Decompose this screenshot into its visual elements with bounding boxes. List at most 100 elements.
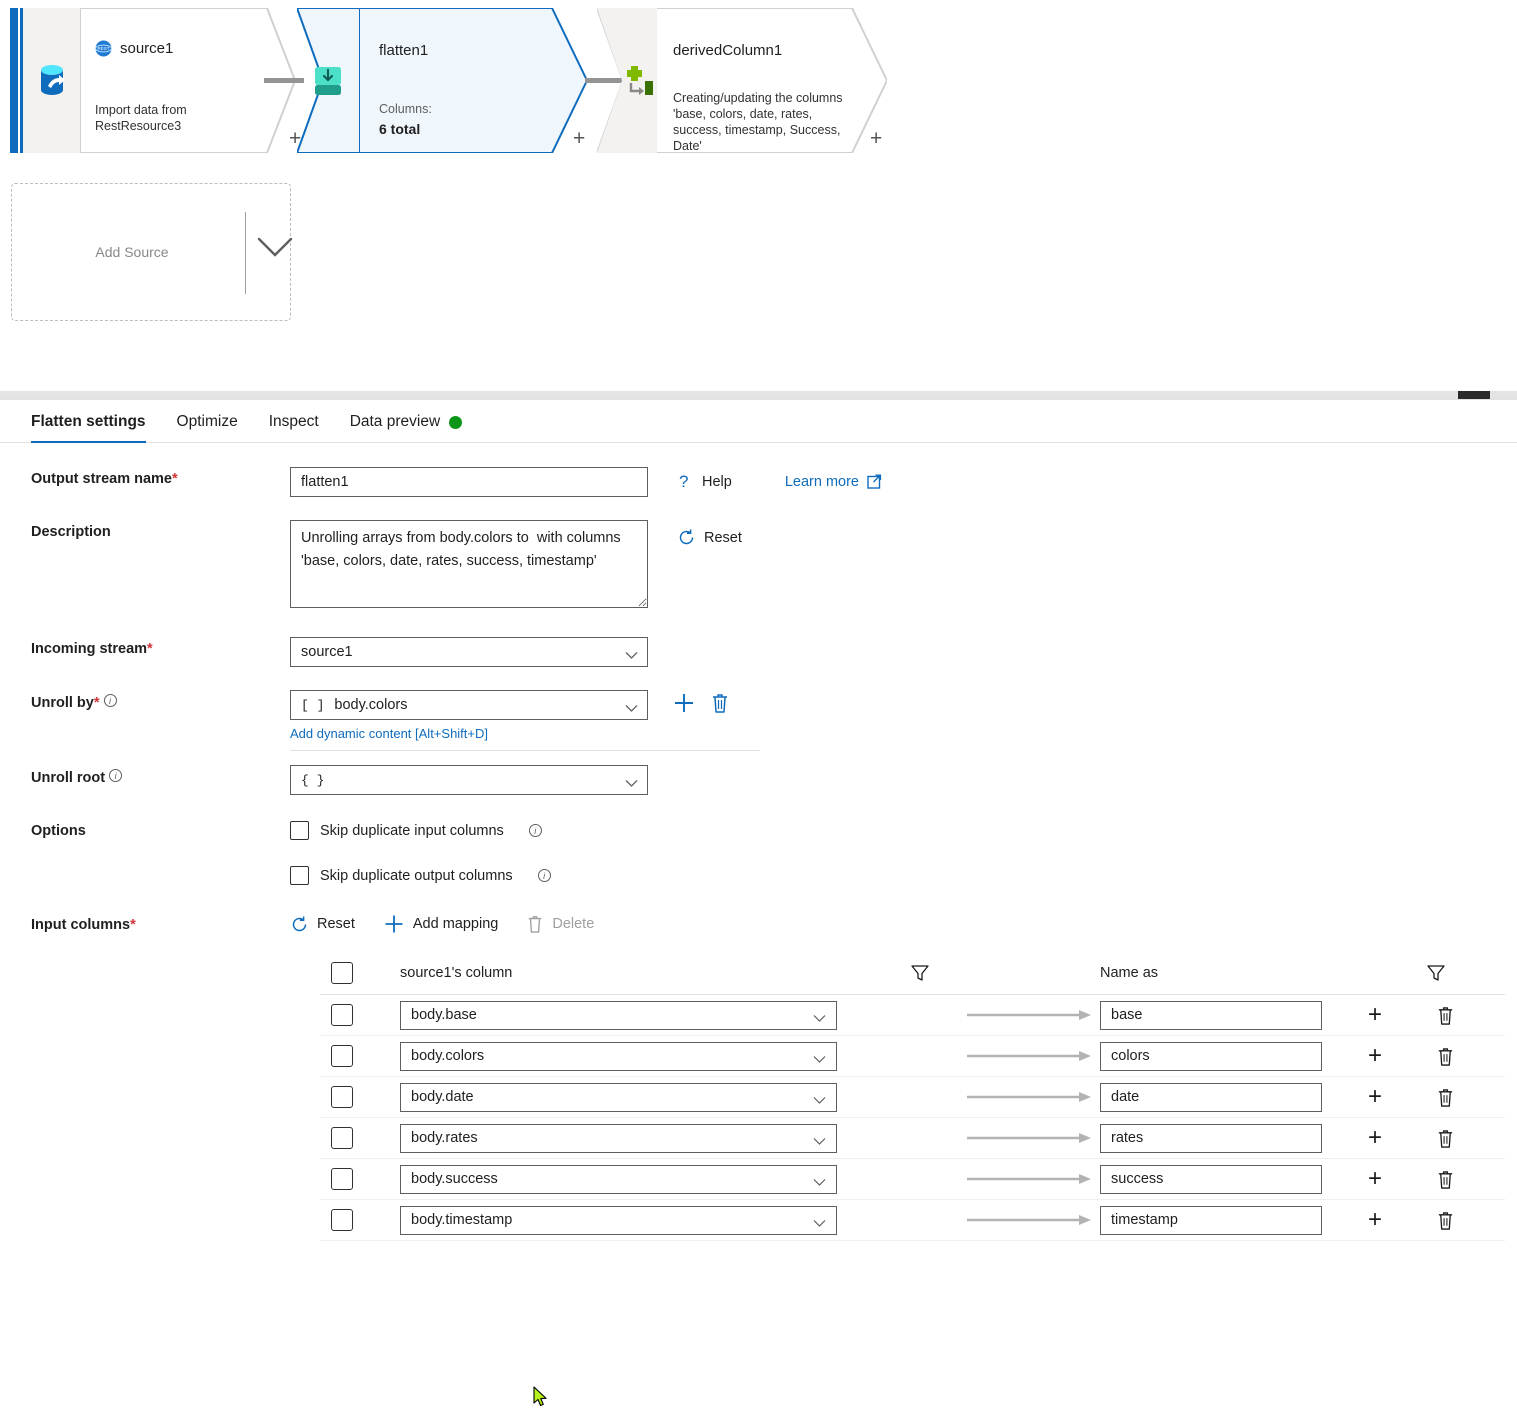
delete-mapping-button: Delete	[526, 914, 594, 934]
add-source-button[interactable]: Add Source	[11, 183, 293, 321]
add-row-button[interactable]: +	[1340, 1044, 1410, 1068]
add-row-button[interactable]: +	[1340, 1167, 1410, 1191]
row-select-cell	[320, 1086, 400, 1108]
unroll-by-select[interactable]: [ ] body.colors	[290, 690, 648, 720]
tab-label: Inspect	[268, 413, 319, 430]
source-column-select[interactable]: body.colors	[400, 1041, 837, 1071]
add-row-button[interactable]: +	[1340, 1003, 1410, 1027]
info-icon[interactable]: i	[103, 694, 117, 707]
label-text: Options	[31, 823, 86, 839]
mouse-cursor	[533, 1386, 549, 1413]
add-dynamic-content-link[interactable]: Add dynamic content [Alt+Shift+D]	[290, 726, 488, 741]
filter-name-as-button[interactable]	[1340, 963, 1480, 983]
table-row: body.colors +	[320, 1036, 1505, 1077]
graph-node-source1[interactable]: REST source1 Import data from RestResour…	[10, 8, 301, 153]
incoming-stream-label: Incoming stream*	[0, 637, 290, 657]
name-as-input[interactable]	[1100, 1041, 1322, 1071]
reset-mappings-button[interactable]: Reset	[290, 915, 355, 934]
output-stream-name-input[interactable]	[290, 467, 648, 497]
unroll-root-select[interactable]: { }	[290, 765, 648, 795]
help-link[interactable]: ? Help	[677, 472, 732, 491]
settings-tab-bar[interactable]: Flatten settings Optimize Inspect Data p…	[0, 400, 1517, 443]
skip-duplicate-input-columns-checkbox[interactable]	[290, 821, 309, 840]
required-marker: *	[130, 917, 136, 933]
rest-source-badge-icon: REST	[95, 40, 112, 57]
database-source-icon	[40, 64, 65, 95]
learn-more-link[interactable]: Learn more	[785, 472, 882, 491]
name-as-input[interactable]	[1100, 1205, 1322, 1235]
chevron-down-icon	[813, 1175, 826, 1191]
header-source-column: source1's column	[400, 964, 513, 981]
tab-flatten-settings[interactable]: Flatten settings	[31, 413, 146, 443]
description-textarea[interactable]: Unrolling arrays from body.colors to wit…	[290, 520, 648, 608]
array-bracket-icon: [ ]	[301, 697, 325, 713]
delete-row-button[interactable]	[1410, 1128, 1480, 1149]
label-text: Unroll by	[31, 695, 94, 711]
mapping-command-bar: Reset Add mapping Delete	[290, 913, 622, 935]
name-as-input[interactable]	[1100, 1082, 1322, 1112]
mapping-arrow-cell	[960, 1213, 1100, 1227]
skip-duplicate-output-columns-checkbox[interactable]	[290, 866, 309, 885]
source-column-select[interactable]: body.base	[400, 1000, 837, 1030]
unroll-by-label: Unroll by* i	[0, 690, 290, 711]
delete-row-button[interactable]	[1410, 1046, 1480, 1067]
row-select-checkbox[interactable]	[331, 1004, 353, 1026]
source-column-value: body.date	[411, 1089, 474, 1105]
reset-description-link[interactable]: Reset	[677, 528, 742, 547]
source-column-select[interactable]: body.date	[400, 1082, 837, 1112]
row-select-checkbox[interactable]	[331, 1086, 353, 1108]
graph-node-derivedcolumn1[interactable]: derivedColumn1 Creating/updating the col…	[597, 8, 887, 153]
help-link-label: Help	[702, 473, 732, 490]
label-text: Unroll root	[31, 770, 106, 786]
delete-row-button[interactable]	[1410, 1005, 1480, 1026]
add-unroll-by-button[interactable]	[672, 691, 696, 720]
add-node-after-derivedcolumn1-button[interactable]: +	[870, 128, 882, 149]
add-mapping-button[interactable]: Add mapping	[383, 913, 498, 935]
row-select-checkbox[interactable]	[331, 1209, 353, 1231]
skip-duplicate-input-columns-label: Skip duplicate input columns	[320, 822, 504, 839]
add-row-button[interactable]: +	[1340, 1126, 1410, 1150]
name-as-input[interactable]	[1100, 1123, 1322, 1153]
add-node-after-flatten1-button[interactable]: +	[573, 128, 585, 149]
tab-inspect[interactable]: Inspect	[269, 413, 319, 442]
trash-icon	[1438, 1047, 1452, 1066]
incoming-stream-select[interactable]: source1	[290, 637, 648, 667]
chevron-down-icon[interactable]	[255, 234, 295, 265]
row-select-checkbox[interactable]	[331, 1127, 353, 1149]
plus-icon: +	[1367, 1083, 1382, 1110]
source-column-select[interactable]: body.success	[400, 1164, 837, 1194]
object-bracket-icon: { }	[301, 772, 325, 788]
info-icon[interactable]: i	[528, 824, 542, 837]
delete-row-button[interactable]	[1410, 1087, 1480, 1108]
graph-node-flatten1[interactable]: flatten1 Columns: 6 total +	[297, 8, 587, 153]
add-row-button[interactable]: +	[1340, 1085, 1410, 1109]
filter-icon	[1427, 964, 1445, 981]
delete-row-button[interactable]	[1410, 1210, 1480, 1231]
node-description-derivedcolumn1: Creating/updating the columns 'base, col…	[673, 91, 843, 153]
description-label: Description	[0, 520, 290, 540]
delete-unroll-by-button[interactable]	[710, 692, 730, 719]
reset-circular-arrow-icon	[679, 529, 694, 545]
add-row-button[interactable]: +	[1340, 1208, 1410, 1232]
trash-icon	[529, 916, 542, 933]
name-as-input[interactable]	[1100, 1000, 1322, 1030]
source-column-select[interactable]: body.timestamp	[400, 1205, 837, 1235]
row-select-checkbox[interactable]	[331, 1168, 353, 1190]
delete-row-button[interactable]	[1410, 1169, 1480, 1190]
info-icon[interactable]: i	[537, 869, 551, 882]
tab-data-preview[interactable]: Data preview	[350, 413, 463, 442]
source-column-select[interactable]: body.rates	[400, 1123, 837, 1153]
name-as-input[interactable]	[1100, 1164, 1322, 1194]
select-all-checkbox[interactable]	[331, 961, 353, 984]
row-select-cell	[320, 1168, 400, 1190]
tab-optimize[interactable]: Optimize	[177, 413, 238, 442]
flatten-columns-label: Columns:	[379, 102, 432, 116]
name-as-cell	[1100, 1123, 1340, 1153]
info-icon[interactable]: i	[109, 769, 123, 782]
chevron-down-icon	[813, 1093, 826, 1109]
data-flow-canvas[interactable]: REST source1 Import data from RestResour…	[0, 0, 1517, 400]
canvas-scrollbar-thumb[interactable]	[1458, 391, 1490, 399]
canvas-horizontal-scrollbar[interactable]	[0, 391, 1517, 399]
filter-source-column-button[interactable]	[880, 963, 960, 983]
row-select-checkbox[interactable]	[331, 1045, 353, 1067]
